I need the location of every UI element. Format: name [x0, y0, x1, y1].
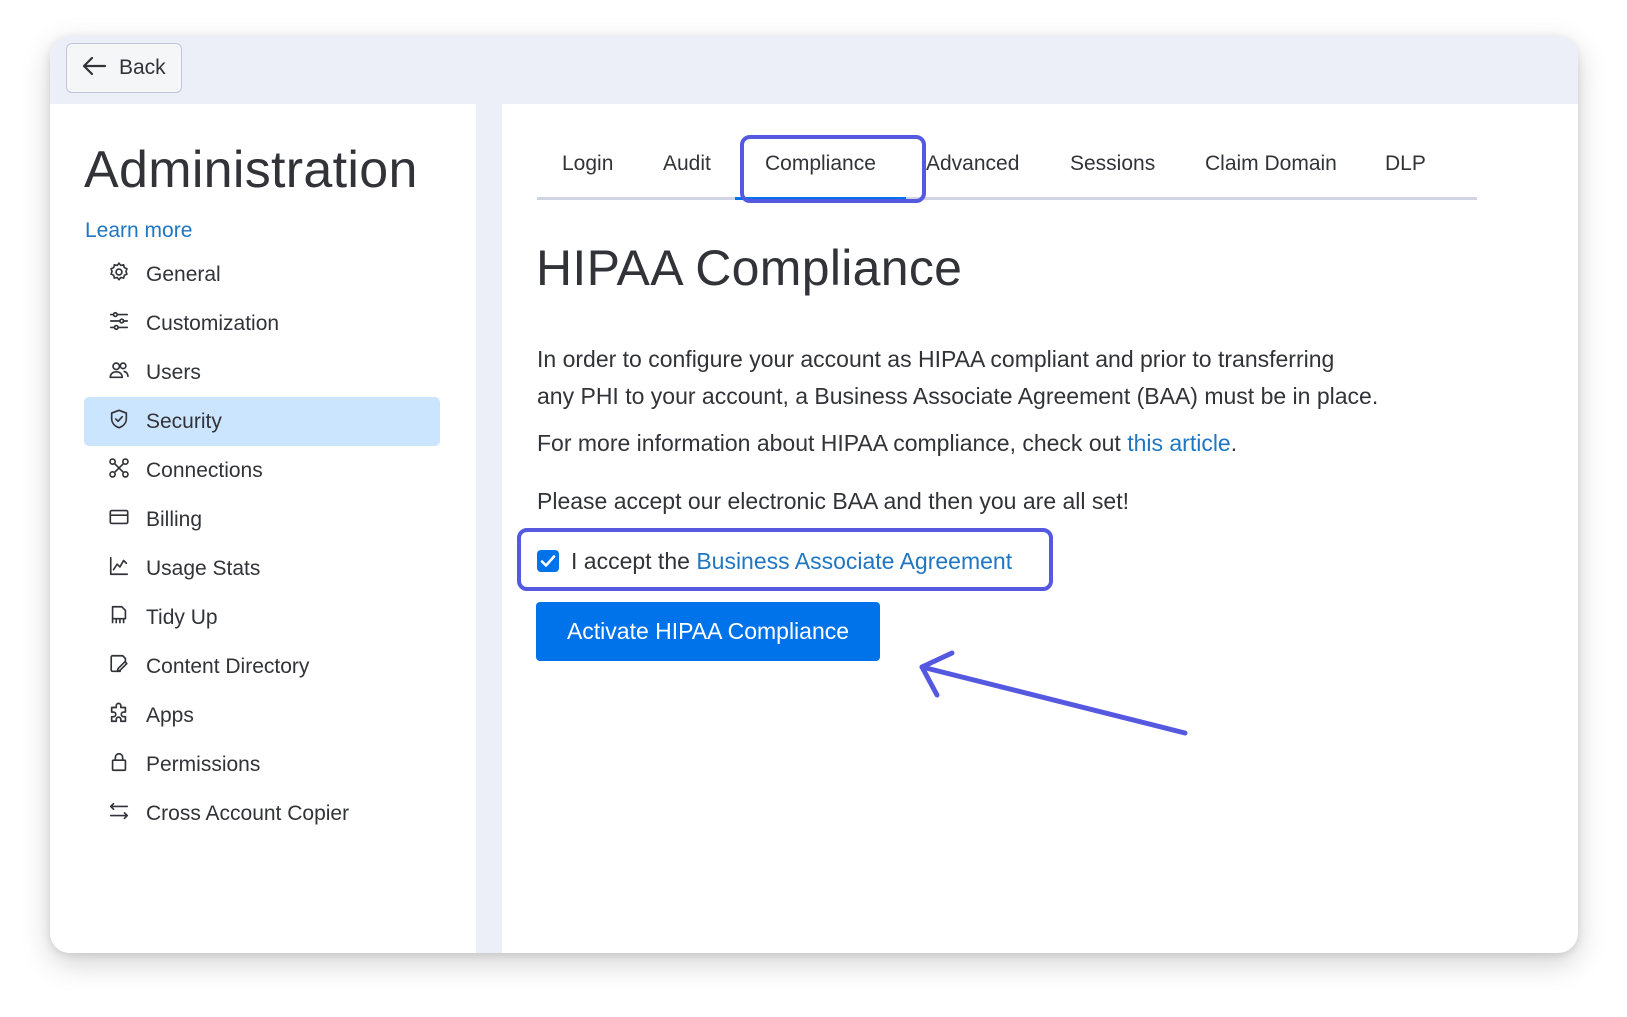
gear-icon: [108, 261, 130, 289]
sidebar-item-label: Users: [146, 360, 201, 384]
tab-claim-domain[interactable]: Claim Domain: [1205, 152, 1337, 197]
users-icon: [108, 359, 130, 387]
sidebar-item-content-directory[interactable]: Content Directory: [84, 642, 440, 691]
learn-more-link[interactable]: Learn more: [85, 219, 192, 243]
sidebar-item-label: Content Directory: [146, 654, 310, 678]
sidebar-item-label: Apps: [146, 703, 194, 727]
sidebar-item-label: Permissions: [146, 752, 261, 776]
connections-icon: [108, 457, 130, 485]
sidebar-item-customization[interactable]: Customization: [84, 299, 440, 348]
intro-paragraph: In order to configure your account as HI…: [537, 341, 1378, 415]
shield-icon: [108, 408, 130, 436]
back-label: Back: [119, 56, 166, 79]
admin-window: Back Administration Learn more General C…: [50, 36, 1578, 953]
tab-highlight-box: [740, 135, 926, 203]
settings-tabs: Login Audit Compliance Advanced Sessions…: [537, 152, 1477, 200]
arrow-left-icon: [81, 56, 107, 81]
sidebar-item-cross-account-copier[interactable]: Cross Account Copier: [84, 789, 440, 838]
sidebar-item-billing[interactable]: Billing: [84, 495, 440, 544]
swap-arrows-icon: [108, 800, 130, 828]
tab-audit[interactable]: Audit: [663, 152, 711, 197]
edit-document-icon: [108, 653, 130, 681]
intro-line-1: In order to configure your account as HI…: [537, 346, 1335, 372]
sidebar-item-permissions[interactable]: Permissions: [84, 740, 440, 789]
sidebar-item-label: General: [146, 262, 221, 286]
tab-login[interactable]: Login: [562, 152, 613, 197]
sidebar-item-label: Customization: [146, 311, 280, 335]
sidebar-item-label: Usage Stats: [146, 556, 261, 580]
sidebar-item-label: Security: [146, 409, 222, 433]
intro-line-2: any PHI to your account, a Business Asso…: [537, 383, 1379, 409]
info-paragraph: For more information about HIPAA complia…: [537, 425, 1237, 462]
sidebar-item-label: Connections: [146, 458, 263, 482]
checkbox-label: I accept the: [571, 547, 697, 574]
info-text: For more information about HIPAA complia…: [537, 430, 1128, 456]
sidebar-item-label: Billing: [146, 507, 203, 531]
broom-icon: [108, 604, 130, 632]
activate-hipaa-button[interactable]: Activate HIPAA Compliance: [536, 602, 880, 661]
sidebar-item-connections[interactable]: Connections: [84, 446, 440, 495]
tab-dlp[interactable]: DLP: [1385, 152, 1426, 197]
accept-prompt: Please accept our electronic BAA and the…: [537, 488, 1129, 514]
sidebar-item-tidy-up[interactable]: Tidy Up: [84, 593, 440, 642]
back-button[interactable]: Back: [66, 43, 182, 93]
sidebar-item-general[interactable]: General: [84, 250, 440, 299]
sidebar-item-label: Tidy Up: [146, 605, 218, 629]
chart-icon: [108, 555, 130, 583]
baa-checkbox[interactable]: [537, 550, 559, 572]
lock-icon: [108, 751, 130, 779]
sidebar-item-label: Cross Account Copier: [146, 801, 350, 825]
checkmark-icon: [540, 555, 556, 567]
baa-checkbox-row: I accept the Business Associate Agreemen…: [537, 545, 1012, 577]
top-bar: Back: [50, 36, 1578, 104]
sidebar-item-users[interactable]: Users: [84, 348, 440, 397]
sidebar-item-apps[interactable]: Apps: [84, 691, 440, 740]
sliders-icon: [108, 310, 130, 338]
baa-link[interactable]: Business Associate Agreement: [696, 548, 1012, 574]
content-title: HIPAA Compliance: [536, 240, 963, 296]
tab-sessions[interactable]: Sessions: [1070, 152, 1155, 197]
sidebar-item-usage-stats[interactable]: Usage Stats: [84, 544, 440, 593]
page-title: Administration: [84, 141, 418, 199]
sidebar-item-security[interactable]: Security: [84, 397, 440, 446]
tab-advanced[interactable]: Advanced: [926, 152, 1019, 197]
puzzle-icon: [108, 702, 130, 730]
sidebar-divider: [476, 104, 502, 953]
article-link[interactable]: this article: [1127, 430, 1231, 456]
sidebar-nav: General Customization Users Security Con…: [84, 250, 440, 838]
credit-card-icon: [108, 506, 130, 534]
info-suffix: .: [1230, 430, 1238, 456]
